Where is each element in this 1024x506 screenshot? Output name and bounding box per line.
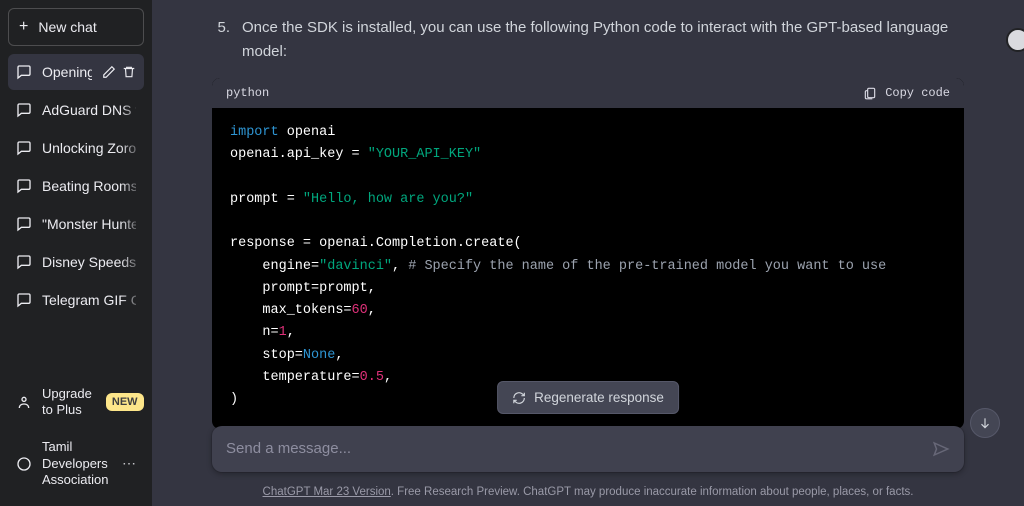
- upgrade-to-plus[interactable]: Upgrade to Plus NEW: [8, 376, 144, 427]
- trash-icon[interactable]: [122, 65, 136, 79]
- edit-icon[interactable]: [102, 65, 116, 79]
- copy-code-label: Copy code: [885, 86, 950, 100]
- conversation-list: Opening AdGuard DNS for Unlocking Zoro's Be…: [8, 54, 144, 374]
- conversation-item[interactable]: Opening: [8, 54, 144, 90]
- conversation-item[interactable]: Beating Rooms a: [8, 168, 144, 204]
- send-button[interactable]: [932, 440, 950, 458]
- main-area: 5. Once the SDK is installed, you can us…: [152, 0, 1024, 506]
- chat-icon: [16, 178, 32, 194]
- conversation-item[interactable]: "Monster Hunter: [8, 206, 144, 242]
- chat-icon: [16, 64, 32, 80]
- refresh-icon: [512, 391, 526, 405]
- clipboard-icon: [863, 86, 877, 100]
- conversation-label: Disney Speedsto: [42, 254, 136, 270]
- upgrade-label: Upgrade to Plus: [42, 386, 92, 417]
- avatar-icon: [16, 456, 32, 472]
- conversation-label: Unlocking Zoro's: [42, 140, 136, 156]
- chat-icon: [16, 292, 32, 308]
- plus-icon: +: [19, 19, 28, 35]
- regenerate-response-button[interactable]: Regenerate response: [497, 381, 679, 414]
- conversation-item[interactable]: AdGuard DNS for: [8, 92, 144, 128]
- send-icon: [932, 440, 950, 458]
- new-chat-button[interactable]: + New chat: [8, 8, 144, 46]
- code-language-label: python: [226, 86, 269, 100]
- message-input[interactable]: [226, 440, 916, 457]
- more-icon: ⋯: [122, 455, 136, 472]
- conversation-item[interactable]: Unlocking Zoro's: [8, 130, 144, 166]
- message-input-container: [212, 426, 964, 472]
- conversation-label: AdGuard DNS for: [42, 102, 136, 118]
- footer-disclaimer: ChatGPT Mar 23 Version. Free Research Pr…: [152, 486, 1024, 498]
- new-badge: NEW: [106, 393, 144, 411]
- arrow-down-icon: [978, 416, 992, 430]
- new-chat-label: New chat: [38, 19, 96, 35]
- conversation-label: Telegram GIF Cr: [42, 292, 136, 308]
- step-text: Once the SDK is installed, you can use t…: [242, 16, 964, 64]
- scroll-to-bottom-button[interactable]: [970, 408, 1000, 438]
- sidebar: + New chat Opening AdGuard DNS for Unlocki…: [0, 0, 152, 506]
- copy-code-button[interactable]: Copy code: [863, 86, 950, 100]
- account-menu[interactable]: Tamil Developers Association ⋯: [8, 429, 144, 498]
- account-label: Tamil Developers Association: [42, 439, 112, 488]
- version-link[interactable]: ChatGPT Mar 23 Version: [263, 486, 391, 498]
- code-block: python Copy code import openai openai.ap…: [212, 78, 964, 429]
- chat-icon: [16, 254, 32, 270]
- chat-icon: [16, 140, 32, 156]
- conversation-label: Beating Rooms a: [42, 178, 136, 194]
- person-icon: [16, 394, 32, 410]
- code-header: python Copy code: [212, 78, 964, 108]
- footer-text: . Free Research Preview. ChatGPT may pro…: [391, 486, 914, 498]
- instruction-step: 5. Once the SDK is installed, you can us…: [212, 16, 964, 64]
- regenerate-label: Regenerate response: [534, 390, 664, 405]
- chat-icon: [16, 102, 32, 118]
- conversation-label: Opening: [42, 64, 92, 80]
- extension-icon[interactable]: [1006, 28, 1024, 52]
- conversation-item[interactable]: Telegram GIF Cr: [8, 282, 144, 318]
- step-number: 5.: [212, 16, 230, 64]
- conversation-item[interactable]: Disney Speedsto: [8, 244, 144, 280]
- chat-icon: [16, 216, 32, 232]
- conversation-label: "Monster Hunter: [42, 216, 136, 232]
